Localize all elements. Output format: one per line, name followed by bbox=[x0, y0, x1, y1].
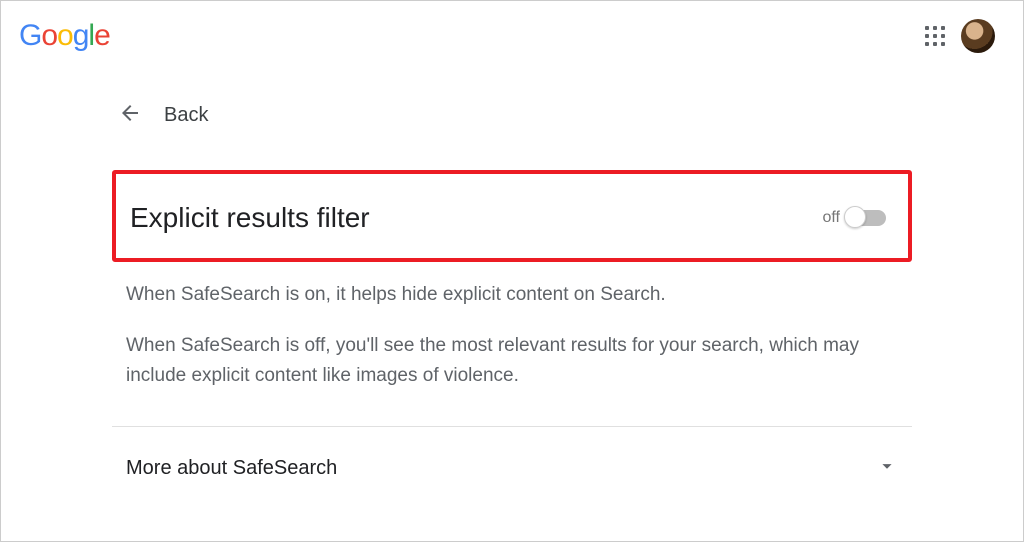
avatar[interactable] bbox=[961, 19, 995, 53]
back-arrow-icon bbox=[118, 101, 142, 130]
toggle-knob bbox=[844, 206, 866, 228]
apps-grid-icon[interactable] bbox=[925, 26, 945, 46]
back-button[interactable]: Back bbox=[112, 101, 912, 130]
header-right bbox=[925, 19, 995, 53]
chevron-down-icon bbox=[876, 455, 898, 482]
main-content: Back Explicit results filter off When Sa… bbox=[102, 101, 922, 482]
toggle-state-label: off bbox=[823, 209, 841, 227]
header: Google bbox=[1, 1, 1023, 71]
more-about-safesearch-row[interactable]: More about SafeSearch bbox=[112, 427, 912, 482]
description-safesearch-on: When SafeSearch is on, it helps hide exp… bbox=[112, 280, 912, 309]
safesearch-toggle[interactable] bbox=[846, 210, 886, 226]
filter-toggle-wrap: off bbox=[823, 209, 887, 227]
explicit-results-filter-row: Explicit results filter off bbox=[112, 170, 912, 262]
back-label: Back bbox=[164, 104, 208, 127]
more-about-label: More about SafeSearch bbox=[126, 457, 337, 480]
filter-title: Explicit results filter bbox=[130, 202, 370, 234]
google-logo[interactable]: Google bbox=[19, 19, 110, 53]
description-safesearch-off: When SafeSearch is off, you'll see the m… bbox=[112, 331, 912, 390]
